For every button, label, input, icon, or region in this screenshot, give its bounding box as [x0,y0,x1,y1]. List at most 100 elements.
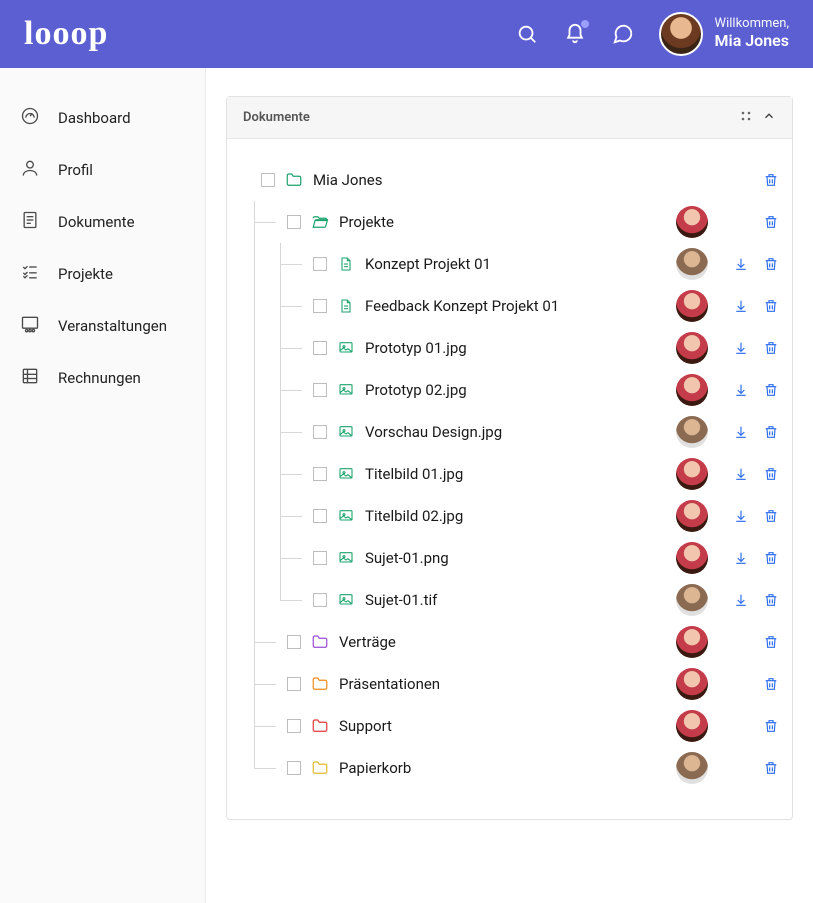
folder-open-icon [311,213,329,231]
owner-avatar[interactable] [676,668,708,700]
item-name[interactable]: Titelbild 01.jpg [365,465,463,483]
item-name[interactable]: Sujet-01.png [365,549,449,567]
delete-icon[interactable] [762,381,780,399]
owner-avatar[interactable] [676,584,708,616]
item-name[interactable]: Prototyp 01.jpg [365,339,467,357]
folder-icon [311,633,329,651]
row-checkbox[interactable] [313,299,327,313]
folder-icon [311,717,329,735]
image-icon [337,381,355,399]
tree-row-file-8: Sujet-01.tif [239,579,780,621]
row-checkbox[interactable] [313,551,327,565]
item-name[interactable]: Konzept Projekt 01 [365,255,491,273]
owner-avatar[interactable] [676,290,708,322]
delete-icon[interactable] [762,675,780,693]
delete-icon[interactable] [762,717,780,735]
delete-icon[interactable] [762,297,780,315]
image-icon [337,591,355,609]
folder-icon [311,759,329,777]
image-icon [337,423,355,441]
delete-icon[interactable] [762,507,780,525]
owner-avatar[interactable] [676,542,708,574]
row-checkbox[interactable] [313,341,327,355]
download-icon[interactable] [732,465,750,483]
row-checkbox[interactable] [287,215,301,229]
download-icon[interactable] [732,507,750,525]
delete-icon[interactable] [762,255,780,273]
delete-icon[interactable] [762,549,780,567]
item-name[interactable]: Verträge [339,633,396,651]
sidebar-item-label: Dashboard [58,109,131,127]
owner-avatar[interactable] [676,416,708,448]
sidebar-item-events[interactable]: Veranstaltungen [0,300,205,352]
row-checkbox[interactable] [287,635,301,649]
owner-avatar[interactable] [676,374,708,406]
row-checkbox[interactable] [313,509,327,523]
brand-logo[interactable]: looop [24,15,108,53]
item-name[interactable]: Titelbild 02.jpg [365,507,463,525]
item-name[interactable]: Projekte [339,213,394,231]
row-checkbox[interactable] [313,593,327,607]
row-checkbox[interactable] [287,761,301,775]
delete-icon[interactable] [762,633,780,651]
owner-avatar[interactable] [676,752,708,784]
row-checkbox[interactable] [313,257,327,271]
owner-avatar[interactable] [676,458,708,490]
dashboard-icon [20,106,40,130]
row-checkbox[interactable] [287,719,301,733]
sidebar-item-profile[interactable]: Profil [0,144,205,196]
owner-avatar[interactable] [676,248,708,280]
owner-avatar[interactable] [676,500,708,532]
document-icon [20,210,40,234]
item-name[interactable]: Feedback Konzept Projekt 01 [365,297,559,315]
download-icon[interactable] [732,339,750,357]
sidebar-item-documents[interactable]: Dokumente [0,196,205,248]
owner-avatar[interactable] [676,710,708,742]
item-name[interactable]: Sujet-01.tif [365,591,437,609]
delete-icon[interactable] [762,171,780,189]
delete-icon[interactable] [762,591,780,609]
row-checkbox[interactable] [313,425,327,439]
app-header: looop Willkommen, Mia Jones [0,0,813,68]
row-checkbox[interactable] [313,383,327,397]
sidebar-item-dashboard[interactable]: Dashboard [0,92,205,144]
download-icon[interactable] [732,591,750,609]
item-name[interactable]: Support [339,717,392,735]
user-avatar[interactable] [659,12,703,56]
notifications-icon[interactable] [557,16,593,52]
collapse-icon[interactable] [762,109,776,127]
item-name[interactable]: Prototyp 02.jpg [365,381,467,399]
tree-row-file-6: Titelbild 02.jpg [239,495,780,537]
sidebar-item-projects[interactable]: Projekte [0,248,205,300]
download-icon[interactable] [732,381,750,399]
delete-icon[interactable] [762,423,780,441]
download-icon[interactable] [732,549,750,567]
checklist-icon [20,262,40,286]
row-checkbox[interactable] [261,173,275,187]
owner-avatar[interactable] [676,332,708,364]
delete-icon[interactable] [762,339,780,357]
download-icon[interactable] [732,255,750,273]
download-icon[interactable] [732,297,750,315]
delete-icon[interactable] [762,213,780,231]
sidebar-item-invoices[interactable]: Rechnungen [0,352,205,404]
owner-avatar[interactable] [676,206,708,238]
image-icon [337,465,355,483]
search-icon[interactable] [509,16,545,52]
app-body: Dashboard Profil Dokumente Projekte Vera… [0,68,813,903]
image-icon [337,507,355,525]
item-name[interactable]: Vorschau Design.jpg [365,423,502,441]
owner-avatar[interactable] [676,626,708,658]
item-name[interactable]: Mia Jones [313,171,382,189]
drag-handle-icon[interactable] [740,110,752,126]
doc-icon [337,297,355,315]
item-name[interactable]: Präsentationen [339,675,440,693]
item-name[interactable]: Papierkorb [339,759,411,777]
sidebar-item-label: Veranstaltungen [58,317,167,335]
delete-icon[interactable] [762,465,780,483]
row-checkbox[interactable] [313,467,327,481]
row-checkbox[interactable] [287,677,301,691]
messages-icon[interactable] [605,16,641,52]
delete-icon[interactable] [762,759,780,777]
download-icon[interactable] [732,423,750,441]
